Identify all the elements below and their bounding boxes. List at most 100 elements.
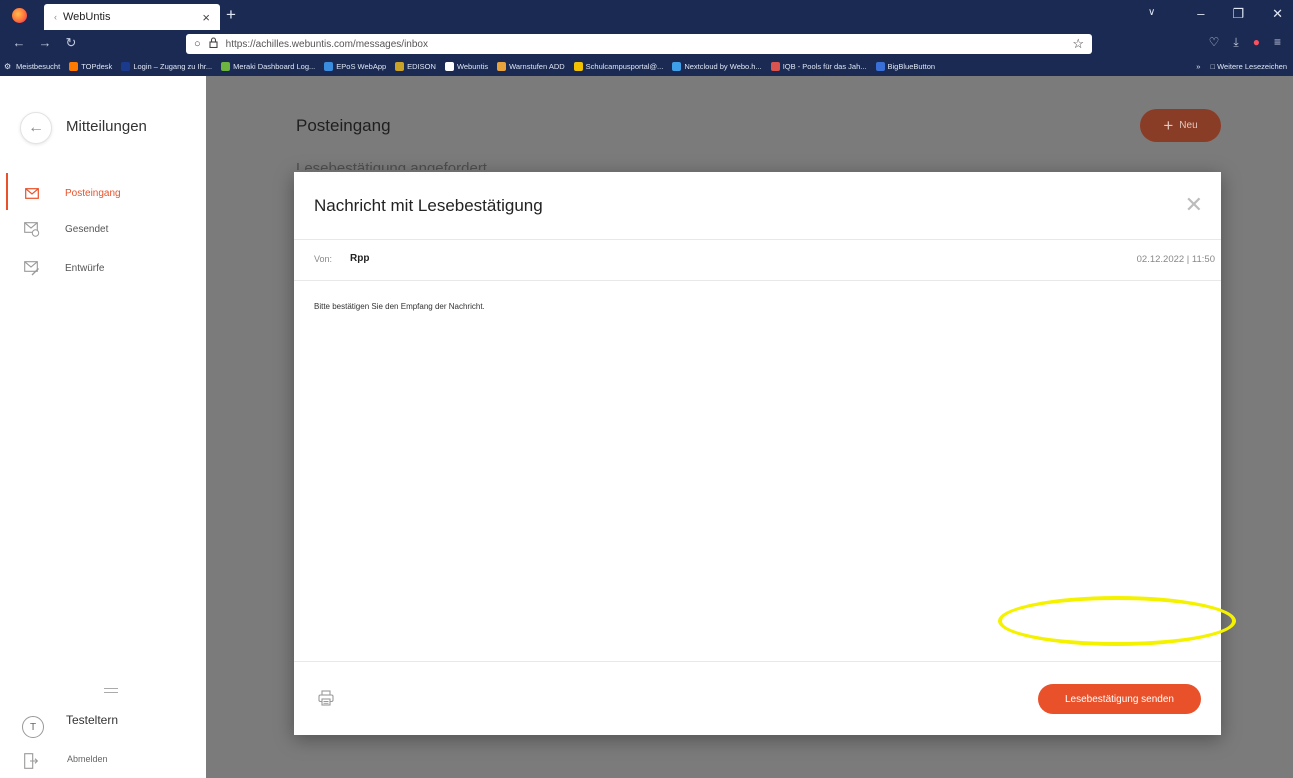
bookmark-favicon-icon xyxy=(672,62,682,71)
bookmark-favicon-icon xyxy=(444,62,454,71)
bookmark-favicon-icon xyxy=(69,62,79,71)
sidebar-item-gesendet[interactable]: Gesendet xyxy=(24,221,109,237)
bookmark-label: Login – Zugang zu Ihr... xyxy=(133,62,213,71)
bookmarks-overflow-icon[interactable]: » xyxy=(1196,62,1200,71)
downloads-icon[interactable]: ⤓ xyxy=(1233,35,1238,50)
url-bar[interactable]: ○ https://achilles.webuntis.com/messages… xyxy=(186,34,1092,54)
tab-close-icon[interactable]: × xyxy=(202,10,210,25)
sender-name: Rpp xyxy=(350,253,370,264)
bookmark-favicon-icon xyxy=(121,62,131,71)
bookmark-label: Warnstufen ADD xyxy=(509,62,565,71)
bookmark-item[interactable]: Warnstufen ADD xyxy=(497,62,565,71)
bookmark-favicon-icon xyxy=(221,62,231,71)
more-bookmarks-folder[interactable]: □ Weitere Lesezeichen xyxy=(1210,62,1287,71)
bookmark-label: Schulcampusportal@... xyxy=(585,62,664,71)
bookmark-label: IQB - Pools für das Jah... xyxy=(782,62,867,71)
sidebar-item-label: Entwürfe xyxy=(65,262,105,274)
divider xyxy=(294,661,1221,662)
new-message-label: Neu xyxy=(1179,120,1198,131)
back-arrow-icon[interactable]: ← xyxy=(8,35,30,51)
menu-hamburger-icon[interactable]: ≡ xyxy=(1274,35,1281,50)
tab-title: WebUntis xyxy=(63,11,111,23)
sidebar: ← Mitteilungen Posteingang Gesendet Entw… xyxy=(0,76,206,778)
restore-icon[interactable]: ❐ xyxy=(1232,6,1244,22)
bookmark-item[interactable]: TOPdesk xyxy=(69,62,112,71)
browser-nav-bar: ← → ↻ ○ https://achilles.webuntis.com/me… xyxy=(0,31,1293,57)
inbox-envelope-icon xyxy=(24,186,40,200)
close-icon[interactable]: ✕ xyxy=(1185,194,1203,216)
reload-icon[interactable]: ↻ xyxy=(60,35,82,51)
bookmark-item[interactable]: Webuntis xyxy=(444,62,489,71)
extension-icon[interactable]: ● xyxy=(1253,35,1260,50)
window-controls: – ❐ ✕ xyxy=(1197,6,1283,22)
dialog-title: Nachricht mit Lesebestätigung xyxy=(314,196,543,215)
sidebar-item-label: Gesendet xyxy=(65,223,109,235)
bookmark-item[interactable]: IQB - Pools für das Jah... xyxy=(770,62,867,71)
sidebar-title: Mitteilungen xyxy=(66,118,147,135)
bookmark-label: EPoS WebApp xyxy=(336,62,387,71)
bookmark-label: EDISON xyxy=(407,62,436,71)
send-read-receipt-button[interactable]: Lesebestätigung senden xyxy=(1038,684,1201,714)
bookmark-label: Nextcloud by Webo.h... xyxy=(684,62,762,71)
user-avatar[interactable]: T xyxy=(22,716,44,738)
browser-toolbar-right: ♡ ⤓ ● ≡ xyxy=(1209,35,1281,50)
bookmark-label: Meistbesucht xyxy=(16,62,61,71)
user-name[interactable]: Testeltern xyxy=(66,713,118,727)
new-tab-button[interactable]: + xyxy=(226,5,236,25)
logout-link[interactable]: Abmelden xyxy=(67,754,108,764)
tab-favicon-icon: ‹ xyxy=(54,12,57,22)
bookmark-favicon-icon xyxy=(573,62,583,71)
bookmark-favicon-icon xyxy=(875,62,885,71)
bookmark-item[interactable]: Login – Zugang zu Ihr... xyxy=(121,62,212,71)
firefox-logo-icon[interactable] xyxy=(12,8,27,23)
bookmark-label: TOPdesk xyxy=(81,62,113,71)
more-bookmarks-label: Weitere Lesezeichen xyxy=(1217,62,1287,71)
logout-door-icon[interactable] xyxy=(24,753,39,769)
bookmark-label: Webuntis xyxy=(456,62,489,71)
webuntis-app: ← Mitteilungen Posteingang Gesendet Entw… xyxy=(0,76,1293,778)
message-list-preview: Lesebestätigung angefordert xyxy=(296,160,487,170)
message-date: 02.12.2022 | 11:50 xyxy=(1136,254,1215,265)
sent-envelope-icon xyxy=(24,221,40,237)
sidebar-drag-handle-icon[interactable] xyxy=(104,688,118,693)
sidebar-item-entwuerfe[interactable]: Entwürfe xyxy=(24,260,105,275)
bookmark-favicon-icon xyxy=(770,62,780,71)
bookmark-favicon-icon xyxy=(497,62,507,71)
bookmarks-bar: ⚙ Meistbesucht TOPdesk Login – Zugang zu Ih… xyxy=(0,57,1293,76)
plus-icon: + xyxy=(1163,115,1174,135)
active-nav-indicator xyxy=(6,173,8,210)
new-message-button[interactable]: + Neu xyxy=(1140,109,1221,142)
bookmark-star-icon[interactable]: ☆ xyxy=(1072,36,1084,52)
bookmark-label: BigBlueButton xyxy=(887,62,936,71)
pocket-icon[interactable]: ♡ xyxy=(1209,35,1220,50)
tracking-shield-icon[interactable]: ○ xyxy=(194,38,201,50)
lock-icon[interactable] xyxy=(209,37,218,51)
url-text[interactable]: https://achilles.webuntis.com/messages/i… xyxy=(226,39,1073,50)
bookmark-item[interactable]: Nextcloud by Webo.h... xyxy=(672,62,762,71)
sidebar-back-button[interactable]: ← xyxy=(20,112,52,144)
list-tabs-chevron-icon[interactable]: ∨ xyxy=(1148,7,1155,18)
divider xyxy=(294,239,1221,240)
message-body: Bitte bestätigen Sie den Empfang der Nac… xyxy=(314,302,485,311)
bookmark-item[interactable]: Meraki Dashboard Log... xyxy=(221,62,315,71)
browser-tab[interactable]: ‹ WebUntis × xyxy=(44,4,220,30)
printer-icon[interactable] xyxy=(318,690,334,706)
close-window-icon[interactable]: ✕ xyxy=(1272,6,1283,22)
browser-tab-bar: ‹ WebUntis × + ∨ – ❐ ✕ xyxy=(0,0,1293,31)
annotation-highlight-ellipse xyxy=(998,596,1236,646)
sidebar-item-label: Posteingang xyxy=(65,187,121,199)
page-title: Posteingang xyxy=(296,116,391,135)
bookmark-item[interactable]: EDISON xyxy=(395,62,436,71)
bookmark-item[interactable]: Schulcampusportal@... xyxy=(573,62,664,71)
message-dialog: Nachricht mit Lesebestätigung ✕ Von: Rpp… xyxy=(294,172,1221,735)
bookmark-favicon-icon xyxy=(395,62,405,71)
forward-arrow-icon[interactable]: → xyxy=(34,35,56,51)
divider xyxy=(294,280,1221,281)
minimize-icon[interactable]: – xyxy=(1197,6,1204,22)
bookmark-item[interactable]: ⚙ Meistbesucht xyxy=(4,62,60,71)
from-label: Von: xyxy=(314,254,333,264)
bookmark-item[interactable]: EPoS WebApp xyxy=(324,62,386,71)
bookmark-label: Meraki Dashboard Log... xyxy=(233,62,316,71)
sidebar-item-posteingang[interactable]: Posteingang xyxy=(24,186,121,200)
bookmark-item[interactable]: BigBlueButton xyxy=(875,62,936,71)
